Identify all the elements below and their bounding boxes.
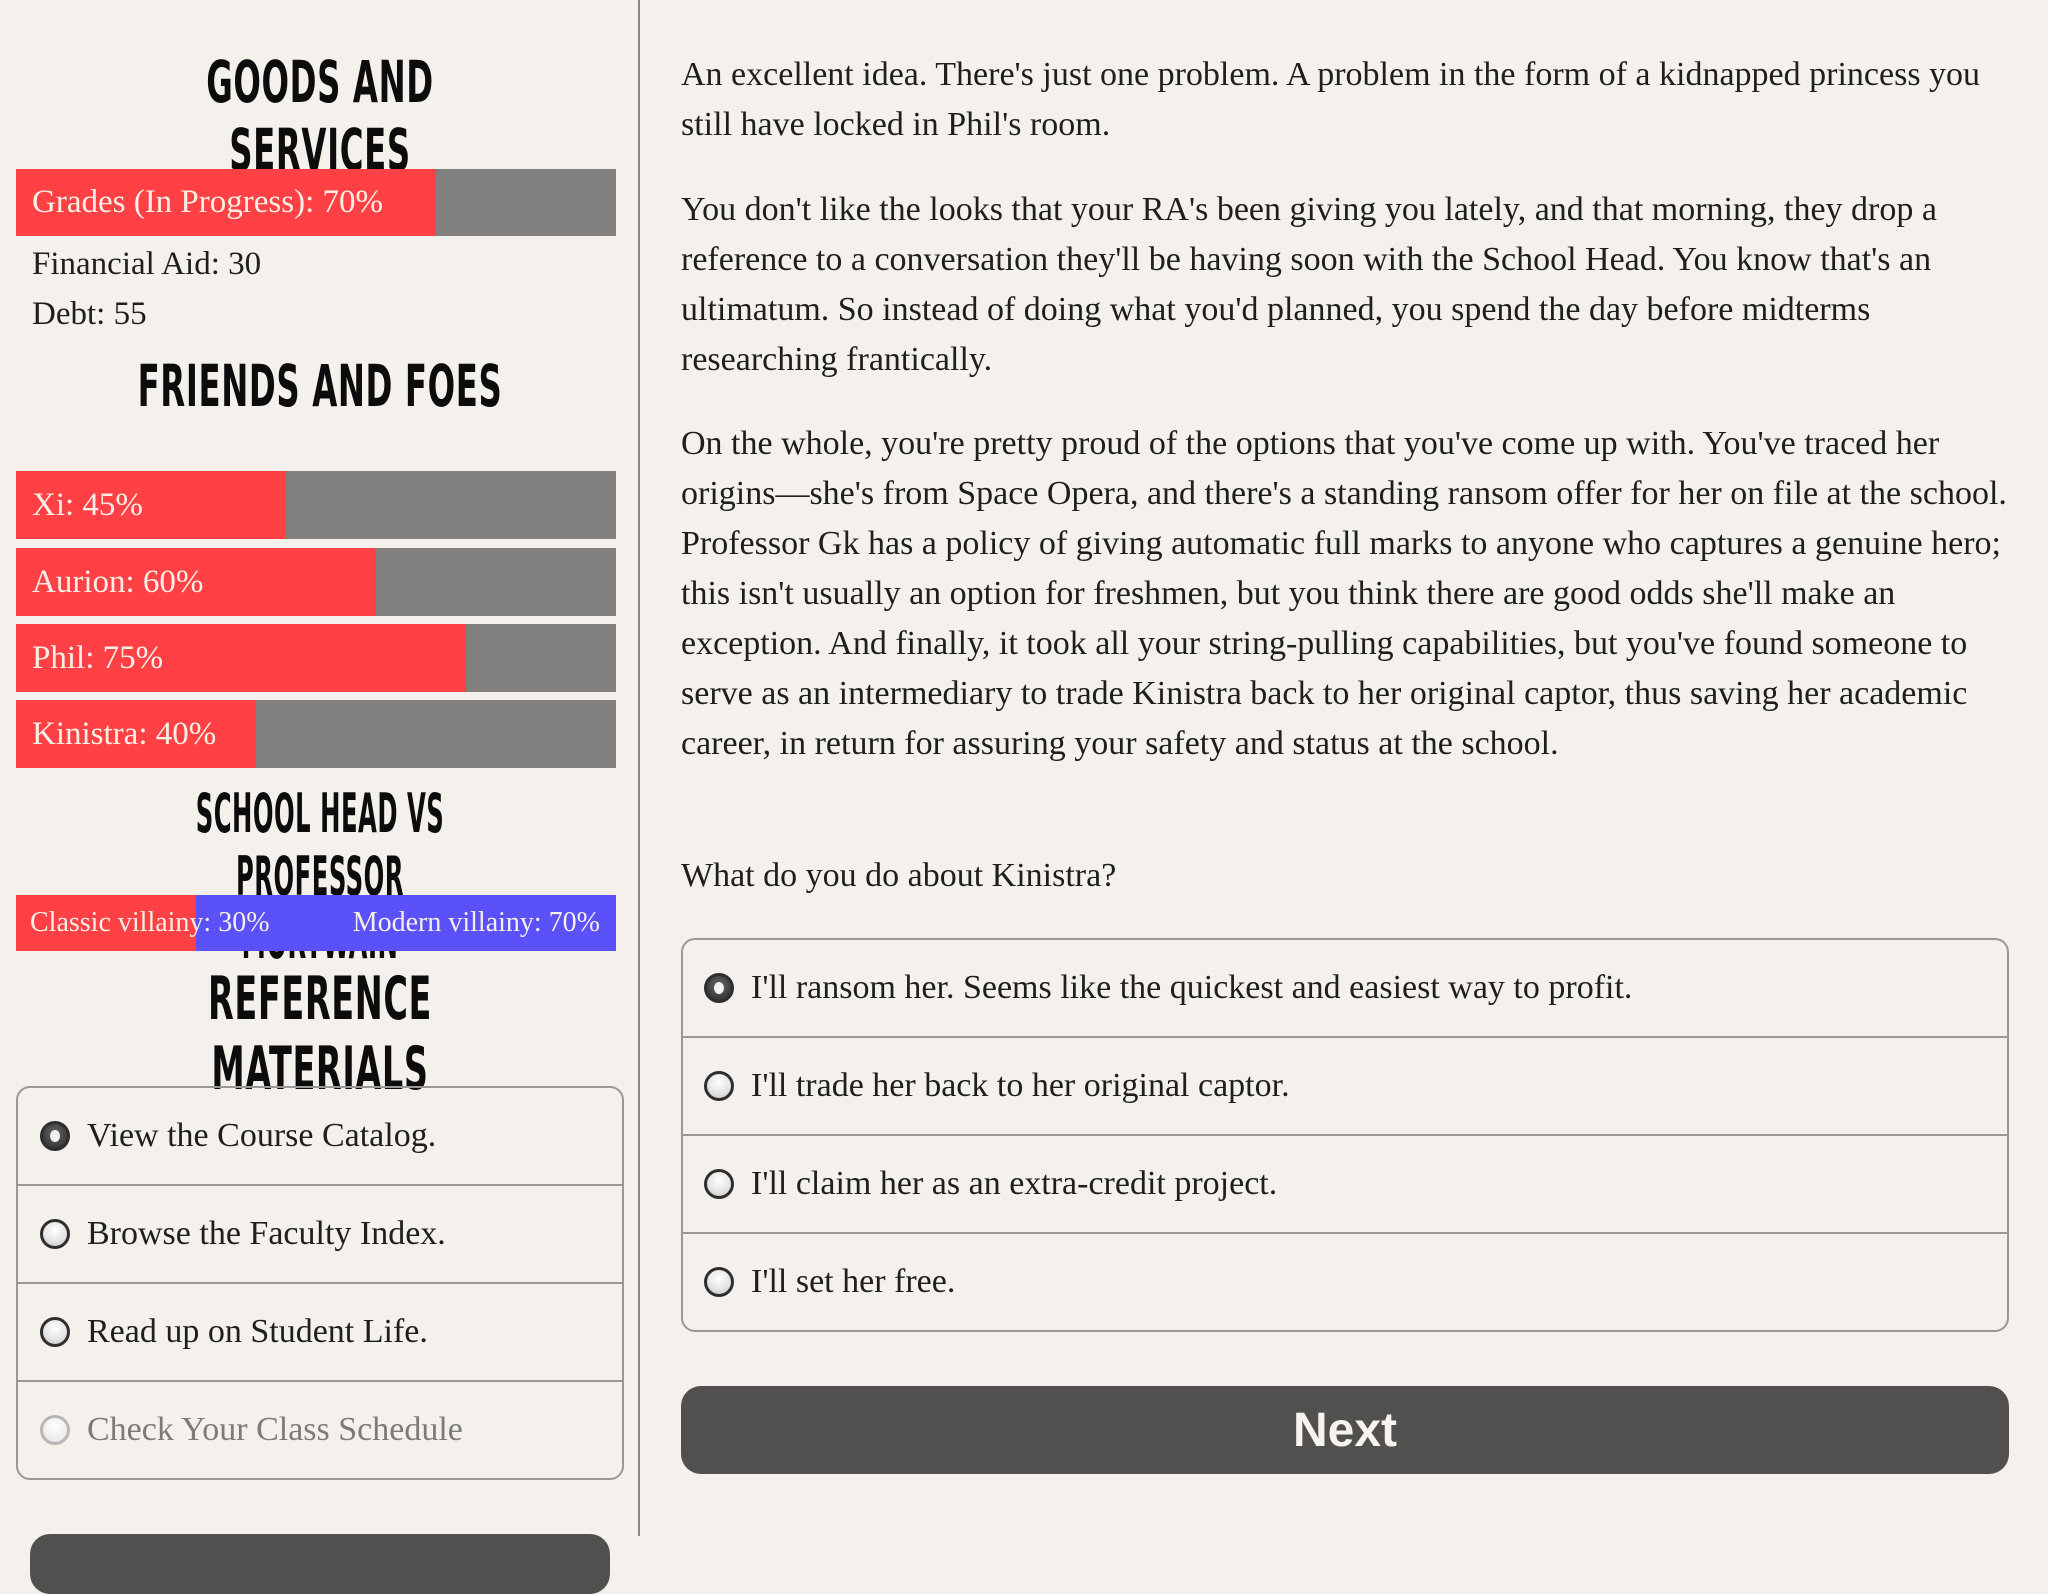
grades-bar: Grades (In Progress): 70%: [16, 169, 616, 236]
radio-icon[interactable]: [40, 1317, 70, 1347]
stats-sidebar: Goods and Services Grades (In Progress):…: [0, 0, 640, 1594]
choice-label: I'll trade her back to her original capt…: [751, 1067, 1290, 1104]
relationship-label: Phil: 75%: [32, 639, 164, 676]
choice-trade-back[interactable]: I'll trade her back to her original capt…: [683, 1038, 2007, 1136]
option-label: Read up on Student Life.: [87, 1313, 428, 1350]
radio-icon: [40, 1415, 70, 1445]
modern-villainy-label: Modern villainy: 70%: [352, 907, 600, 938]
relationship-bar-kinistra: Kinistra: 40%: [16, 700, 616, 768]
grades-label: Grades (In Progress): 70%: [32, 184, 383, 220]
choice-label: I'll claim her as an extra-credit projec…: [751, 1165, 1278, 1202]
option-label: View the Course Catalog.: [87, 1117, 437, 1154]
relationship-bar-phil: Phil: 75%: [16, 624, 616, 692]
radio-icon[interactable]: [704, 1267, 734, 1297]
next-button[interactable]: Next: [681, 1386, 2009, 1474]
reference-materials-heading: Reference Materials: [207, 964, 433, 1104]
story-paragraph: You don't like the looks that your RA's …: [681, 191, 1937, 378]
reference-options-list: View the Course Catalog. Browse the Facu…: [16, 1086, 624, 1480]
villainy-opposed-bar: Classic villainy: 30% Modern villainy: 7…: [16, 895, 616, 951]
story-paragraph: An excellent idea. There's just one prob…: [681, 56, 1981, 143]
reference-option-course-catalog[interactable]: View the Course Catalog.: [18, 1088, 622, 1186]
choice-extra-credit[interactable]: I'll claim her as an extra-credit projec…: [683, 1136, 2007, 1234]
relationship-label: Kinistra: 40%: [32, 715, 217, 752]
relationship-bar-xi: Xi: 45%: [16, 471, 616, 539]
radio-icon[interactable]: [40, 1219, 70, 1249]
story-panel: An excellent idea. There's just one prob…: [642, 0, 2048, 1536]
radio-icon[interactable]: [40, 1121, 70, 1151]
reference-option-class-schedule: Check Your Class Schedule: [18, 1382, 622, 1478]
option-label: Check Your Class Schedule: [87, 1411, 463, 1448]
financial-aid-stat: Financial Aid: 30: [32, 246, 262, 282]
radio-icon[interactable]: [704, 1169, 734, 1199]
radio-icon[interactable]: [704, 973, 734, 1003]
choice-question: What do you do about Kinistra?: [681, 857, 1117, 894]
option-label: Browse the Faculty Index.: [87, 1215, 446, 1252]
choice-label: I'll ransom her. Seems like the quickest…: [751, 969, 1633, 1006]
reference-option-student-life[interactable]: Read up on Student Life.: [18, 1284, 622, 1382]
relationship-bar-aurion: Aurion: 60%: [16, 548, 616, 616]
radio-icon[interactable]: [704, 1071, 734, 1101]
friends-foes-heading: Friends and Foes: [137, 352, 503, 420]
goods-services-heading: Goods and Services: [206, 48, 434, 184]
reference-option-faculty-index[interactable]: Browse the Faculty Index.: [18, 1186, 622, 1284]
debt-stat: Debt: 55: [32, 296, 147, 332]
choice-set-free[interactable]: I'll set her free.: [683, 1234, 2007, 1330]
story-choices-list: I'll ransom her. Seems like the quickest…: [681, 938, 2009, 1332]
story-paragraph: On the whole, you're pretty proud of the…: [681, 425, 2007, 762]
classic-villainy-label: Classic villainy: 30%: [30, 907, 270, 938]
relationship-label: Aurion: 60%: [32, 563, 204, 600]
choice-label: I'll set her free.: [751, 1263, 956, 1300]
relationship-label: Xi: 45%: [32, 486, 143, 523]
sidebar-action-button[interactable]: [30, 1534, 610, 1594]
choice-ransom[interactable]: I'll ransom her. Seems like the quickest…: [683, 940, 2007, 1038]
